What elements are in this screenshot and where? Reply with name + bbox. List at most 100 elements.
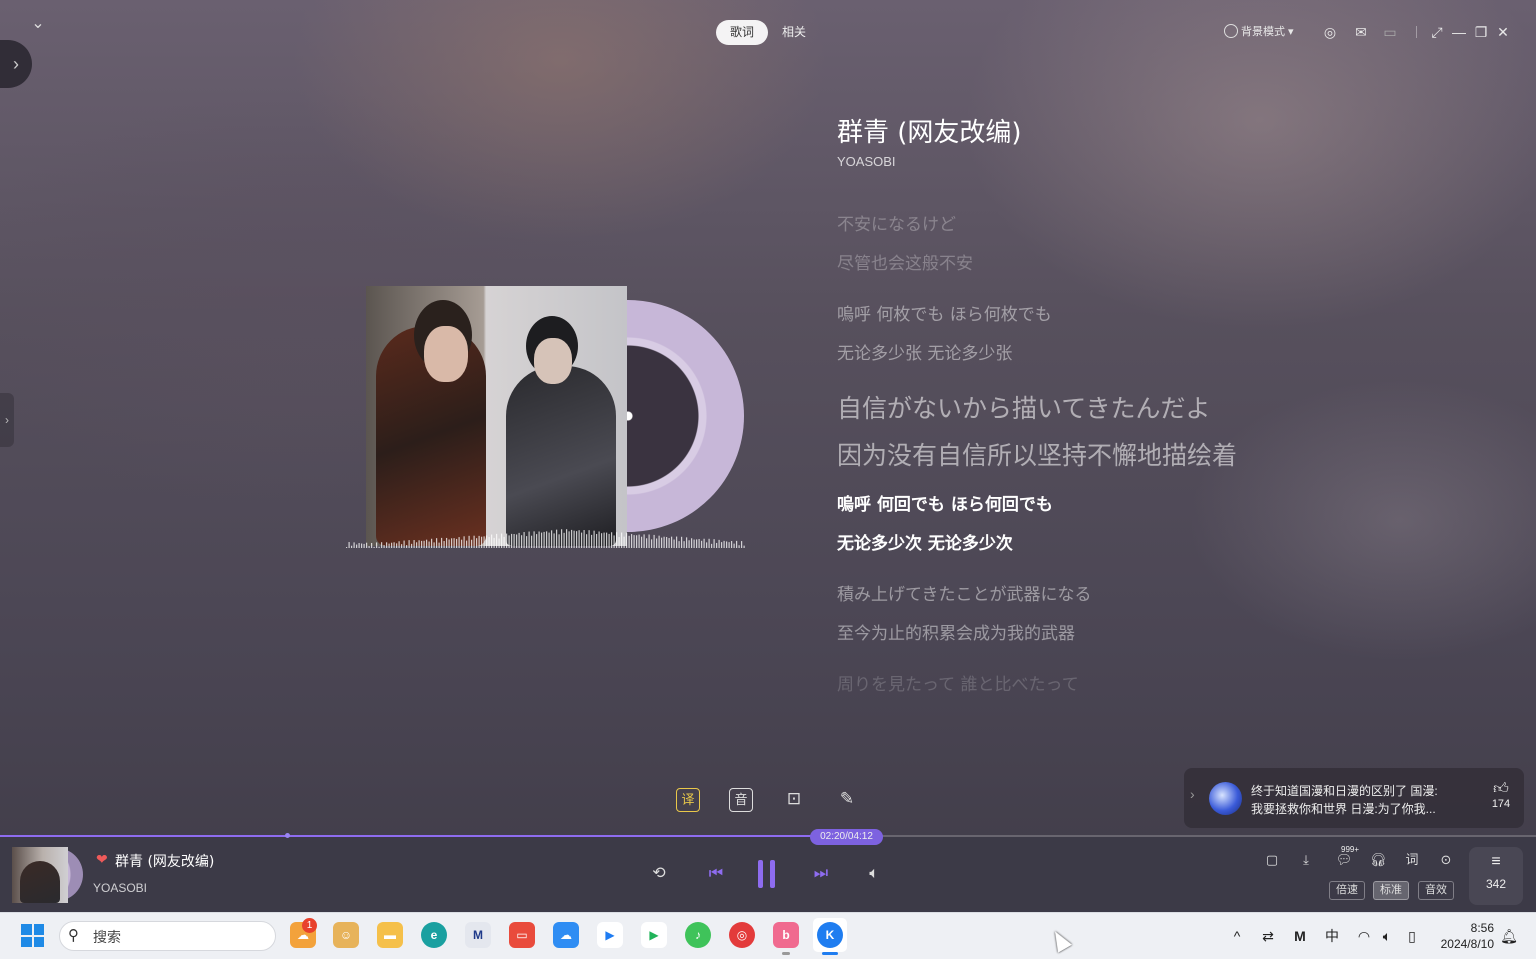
tab-related[interactable]: 相关	[774, 20, 814, 45]
translate-button[interactable]: 译	[676, 788, 700, 812]
ime-indicator[interactable]: 中	[1323, 926, 1341, 946]
lyric-line[interactable]: 无论多少张 无论多少张	[837, 339, 1012, 364]
lyric-line-current-translation[interactable]: 无论多少次 无论多少次	[837, 529, 1013, 554]
waveform-bar	[658, 535, 660, 548]
huawei-app-icon[interactable]: ▭	[509, 922, 535, 948]
netease-music-icon[interactable]: ◎	[729, 922, 755, 948]
target-icon[interactable]: ◎	[1320, 22, 1340, 42]
waveform-bar	[581, 532, 583, 548]
heart-icon[interactable]: ❤	[96, 851, 108, 868]
tray-chevron-up-icon[interactable]: ^	[1228, 926, 1246, 946]
waveform-bar	[698, 539, 700, 548]
play-store-icon[interactable]: ▶	[641, 922, 667, 948]
waveform-bar	[708, 538, 710, 548]
mini-album-cover[interactable]	[12, 847, 68, 903]
waveform-bar	[606, 532, 608, 548]
phonetic-button[interactable]: 音	[729, 788, 753, 812]
lyric-line[interactable]: 因为没有自信所以坚持不懈地描绘着	[837, 436, 1237, 472]
lyric-line[interactable]: 尽管也会这般不安	[837, 249, 973, 274]
lyric-line[interactable]: 周りを見たって 誰と比べたって	[837, 670, 1079, 695]
fullscreen-icon[interactable]: ⤢	[1427, 22, 1447, 42]
lyric-line[interactable]: 自信がないから描いてきたんだよ	[837, 389, 1211, 425]
player-artist[interactable]: YOASOBI	[93, 881, 147, 895]
download-icon[interactable]: ⤓	[1295, 850, 1317, 870]
lyric-line[interactable]: 至今为止的积累会成为我的武器	[837, 619, 1075, 644]
taskbar-clock[interactable]: 8:56 2024/8/10	[1436, 920, 1494, 952]
waveform-bar	[441, 537, 443, 548]
like-button[interactable]: 👍︎ 174	[1488, 780, 1514, 810]
battery-icon[interactable]: ▯	[1403, 926, 1421, 946]
bg-mode-button[interactable]: 背景模式 ▾	[1224, 22, 1308, 42]
waveform-bar	[593, 530, 595, 548]
video-icon[interactable]: ⊡	[782, 788, 806, 812]
waveform-bar	[521, 535, 523, 548]
waveform-bar	[388, 543, 390, 548]
kugou-icon[interactable]: K	[817, 922, 843, 948]
tray-app-icon[interactable]: M	[1291, 926, 1309, 946]
pause-button[interactable]	[758, 860, 780, 888]
previous-icon[interactable]: ⏮	[704, 862, 728, 886]
more-icon[interactable]: ⊙	[1435, 850, 1457, 870]
screen-icon[interactable]: ▭	[1380, 22, 1400, 42]
player-app-icon[interactable]: ▶	[597, 922, 623, 948]
waveform-bar	[426, 539, 428, 548]
repeat-icon[interactable]: ⟲	[647, 862, 671, 886]
cloud-app-icon[interactable]: ☁	[553, 922, 579, 948]
player-song-title[interactable]: 群青 (网友改编)	[115, 851, 214, 871]
lyric-line[interactable]: 積み上げてきたことが武器になる	[837, 580, 1092, 605]
next-icon[interactable]: ⏭	[809, 862, 833, 886]
waveform-bar	[483, 536, 485, 548]
wifi-icon[interactable]: ◠	[1355, 926, 1373, 946]
mv-icon[interactable]: ▢	[1261, 850, 1283, 870]
tray-settings-icon[interactable]: ⇄	[1259, 926, 1277, 946]
waveform-bar	[401, 544, 403, 548]
chevron-right-icon[interactable]: ›	[1190, 786, 1195, 802]
tools-icon[interactable]: ✎	[835, 788, 859, 812]
waveform-bar	[728, 542, 730, 548]
lyric-line-current[interactable]: 嗚呼 何回でも ほら何回でも	[837, 490, 1053, 515]
file-explorer-icon[interactable]: ▬	[377, 922, 403, 948]
qq-music-icon[interactable]: ♪	[685, 922, 711, 948]
waveform-bar	[648, 534, 650, 548]
playlist-queue-button[interactable]: ≡ 342	[1469, 847, 1523, 905]
lyric-line[interactable]: 嗚呼 何枚でも ほら何枚でも	[837, 300, 1052, 325]
desktop-lyric-button[interactable]: 词	[1401, 850, 1423, 870]
waveform-bar	[461, 539, 463, 548]
waveform-bar	[503, 536, 505, 548]
volume-icon[interactable]: 🔈︎	[862, 862, 886, 886]
effects-button[interactable]: 音效	[1418, 881, 1454, 900]
bilibili-icon[interactable]: b	[773, 922, 799, 948]
close-icon[interactable]: ✕	[1493, 22, 1513, 42]
quality-button[interactable]: 标准	[1373, 881, 1409, 900]
notification-bell-icon[interactable]: 🔔︎	[1500, 926, 1518, 946]
mail-icon[interactable]: ✉	[1351, 22, 1371, 42]
lyric-line[interactable]: 不安になるけど	[837, 210, 956, 235]
waveform-bar	[471, 539, 473, 548]
edge-icon[interactable]: e	[421, 922, 447, 948]
minimize-icon[interactable]: —	[1449, 22, 1469, 42]
music-app-icon[interactable]: M	[465, 922, 491, 948]
comment-text: 终于知道国漫和日漫的区别了 国漫: 我要拯救你和世界 日漫:为了你我...	[1251, 782, 1461, 818]
speed-button[interactable]: 倍速	[1329, 881, 1365, 900]
album-cover[interactable]	[366, 286, 627, 546]
tab-lyrics[interactable]: 歌词	[716, 20, 768, 45]
progress-time[interactable]: 02:20/04:12	[810, 829, 883, 845]
collapse-icon[interactable]: ⌄	[26, 12, 50, 36]
waveform-bar	[446, 537, 448, 548]
game-app-icon[interactable]: ☺	[333, 922, 359, 948]
waveform-bar	[396, 543, 398, 548]
taskbar-search[interactable]	[59, 921, 276, 951]
song-artist[interactable]: YOASOBI	[837, 154, 896, 169]
windows-start-icon[interactable]	[21, 924, 44, 947]
side-handle-icon[interactable]: ›	[0, 393, 14, 447]
waveform-bar	[723, 540, 725, 548]
waveform-bar	[381, 542, 383, 548]
waveform-bar	[653, 534, 655, 548]
waveform-bar	[348, 542, 350, 548]
headphones-icon[interactable]: 🎧︎	[1367, 850, 1389, 870]
search-placeholder: 搜索	[93, 930, 121, 946]
waveform-bar	[358, 543, 360, 548]
speaker-icon[interactable]: 🔈︎	[1378, 926, 1396, 946]
waveform-bar	[638, 534, 640, 548]
restore-icon[interactable]: ❐	[1471, 22, 1491, 42]
